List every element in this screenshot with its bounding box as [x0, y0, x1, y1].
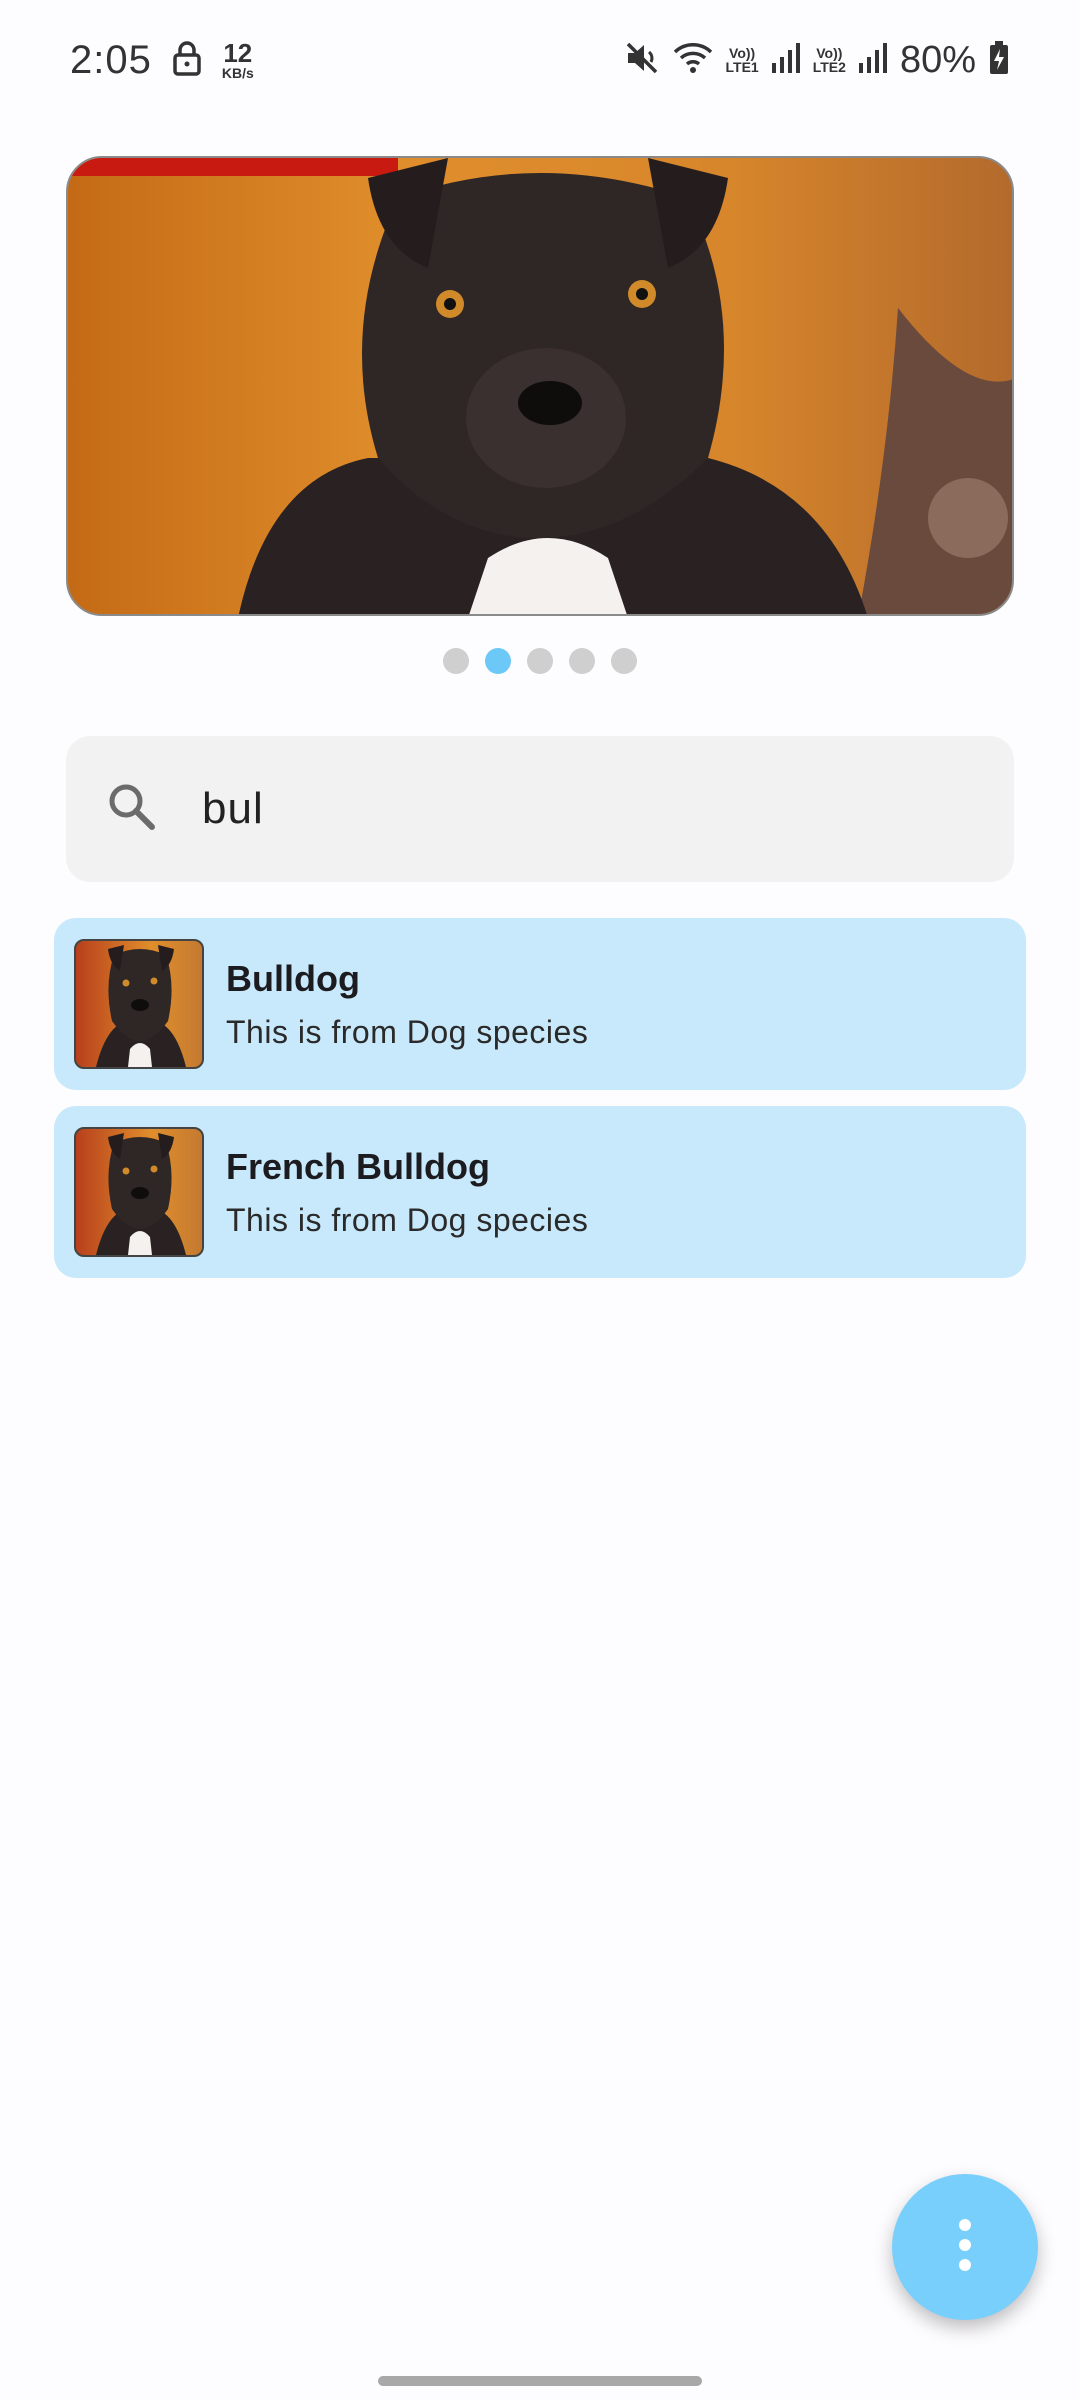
black-dog-photo [96, 1133, 186, 1255]
net-speed: 12 KB/s [222, 40, 254, 80]
result-subtitle: This is from Dog species [226, 1013, 589, 1050]
list-item-bulldog[interactable]: Bulldog This is from Dog species [54, 918, 1026, 1090]
results-list: Bulldog This is from Dog species French [54, 918, 1026, 1294]
carousel-dot[interactable] [569, 648, 595, 674]
sim1-network: LTE1 [725, 59, 759, 75]
wifi-icon [672, 40, 714, 81]
result-title: French Bulldog [226, 1145, 490, 1187]
search-input[interactable]: bul [202, 784, 264, 834]
result-text: Bulldog This is from Dog species [226, 958, 588, 1051]
sim2-volte: Vo)) [816, 45, 843, 61]
carousel-dot[interactable] [527, 648, 553, 674]
battery-percent: 80% [899, 38, 976, 81]
more-vertical-icon [955, 2217, 975, 2278]
black-dog-photo [96, 945, 186, 1067]
result-thumbnail [74, 939, 204, 1069]
carousel-dot[interactable] [611, 648, 637, 674]
result-title: Bulldog [226, 957, 360, 999]
carousel-dot-active[interactable] [485, 648, 511, 674]
gesture-navigation-bar[interactable] [378, 2376, 702, 2386]
mute-icon [624, 40, 660, 81]
app-screen: 2:05 12 KB/s Vo)) LTE1 Vo)) LTE2 80% bul… [0, 0, 1080, 2400]
status-bar: 2:05 12 KB/s Vo)) LTE1 Vo)) LTE2 80% [0, 0, 1080, 120]
result-subtitle: This is from Dog species [226, 1201, 589, 1238]
signal-icon [771, 41, 801, 80]
black-dog-photo [68, 158, 1012, 614]
sim2-lte-label: Vo)) LTE2 [813, 46, 846, 74]
carousel-indicator [0, 648, 1080, 678]
status-time: 2:05 [70, 37, 152, 82]
lock-icon [172, 40, 202, 81]
sim2-network: LTE2 [812, 59, 846, 75]
battery-charging-icon [988, 40, 1010, 81]
net-speed-value: 12 [223, 38, 253, 68]
carousel-dot[interactable] [443, 648, 469, 674]
net-speed-unit: KB/s [221, 65, 254, 81]
sim1-lte-label: Vo)) LTE1 [726, 46, 759, 74]
list-item-french-bulldog[interactable]: French Bulldog This is from Dog species [54, 1106, 1026, 1278]
result-text: French Bulldog This is from Dog species [226, 1146, 588, 1239]
result-thumbnail [74, 1127, 204, 1257]
sim1-volte: Vo)) [729, 45, 756, 61]
status-left: 2:05 12 KB/s [70, 38, 254, 83]
image-carousel[interactable] [66, 156, 1014, 616]
signal-icon [858, 41, 888, 80]
more-options-fab[interactable] [892, 2174, 1038, 2320]
search-icon [102, 777, 162, 842]
status-right: Vo)) LTE1 Vo)) LTE2 80% [624, 39, 1010, 82]
search-bar[interactable]: bul [66, 736, 1014, 882]
